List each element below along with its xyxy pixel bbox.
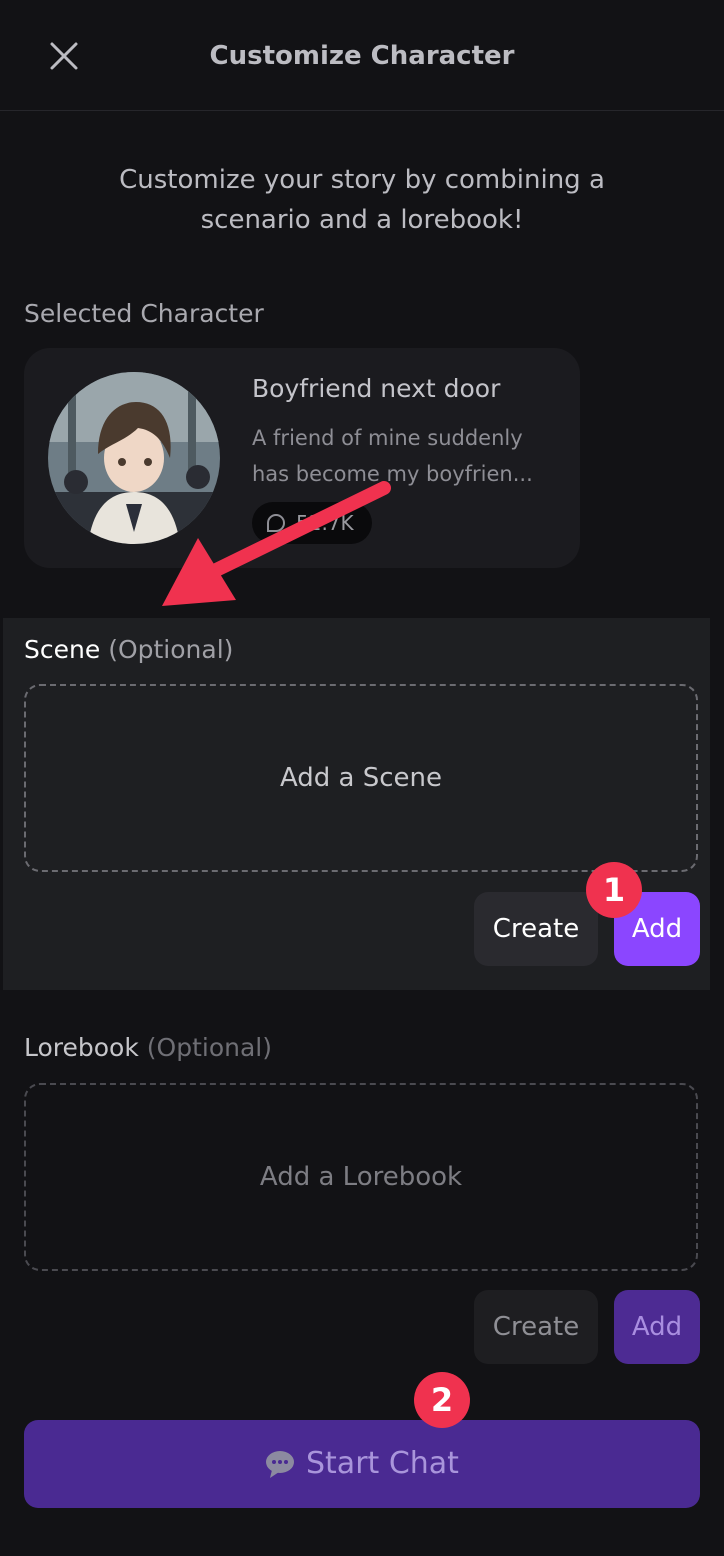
add-scene-area[interactable]: Add a Scene [24,684,698,872]
avatar [48,372,220,544]
step-marker-2: 2 [414,1372,470,1428]
lorebook-add-button[interactable]: Add [614,1290,700,1364]
character-card[interactable]: Boyfriend next door A friend of mine sud… [24,348,580,568]
start-chat-label: Start Chat [306,1446,459,1481]
scene-create-button[interactable]: Create [474,892,598,966]
start-chat-button[interactable]: Start Chat [24,1420,700,1508]
character-name: Boyfriend next door [252,374,501,403]
chat-count-icon [267,514,285,532]
add-lorebook-text: Add a Lorebook [259,1162,463,1192]
step-marker-1: 1 [586,862,642,918]
scene-optional: (Optional) [108,635,234,664]
chat-count: 52.7K [296,511,354,535]
chat-bubble-icon [266,1451,294,1478]
scene-title: Scene [24,635,101,664]
scene-section: Scene (Optional) Add a Scene Create Add [3,618,710,990]
add-scene-text: Add a Scene [279,763,443,793]
chat-count-badge: 52.7K [252,502,372,544]
header: Customize Character [0,0,724,111]
lorebook-create-button[interactable]: Create [474,1290,598,1364]
lorebook-title: Lorebook [24,1033,139,1062]
add-lorebook-area[interactable]: Add a Lorebook [24,1083,698,1271]
selected-character-label: Selected Character [24,299,264,328]
scene-label: Scene (Optional) [24,632,233,668]
character-description: A friend of mine suddenly has become my … [252,426,533,486]
intro-text: Customize your story by combining a scen… [119,165,605,235]
page-title: Customize Character [209,41,515,71]
lorebook-optional: (Optional) [146,1033,273,1062]
lorebook-label: Lorebook (Optional) [24,1030,272,1066]
